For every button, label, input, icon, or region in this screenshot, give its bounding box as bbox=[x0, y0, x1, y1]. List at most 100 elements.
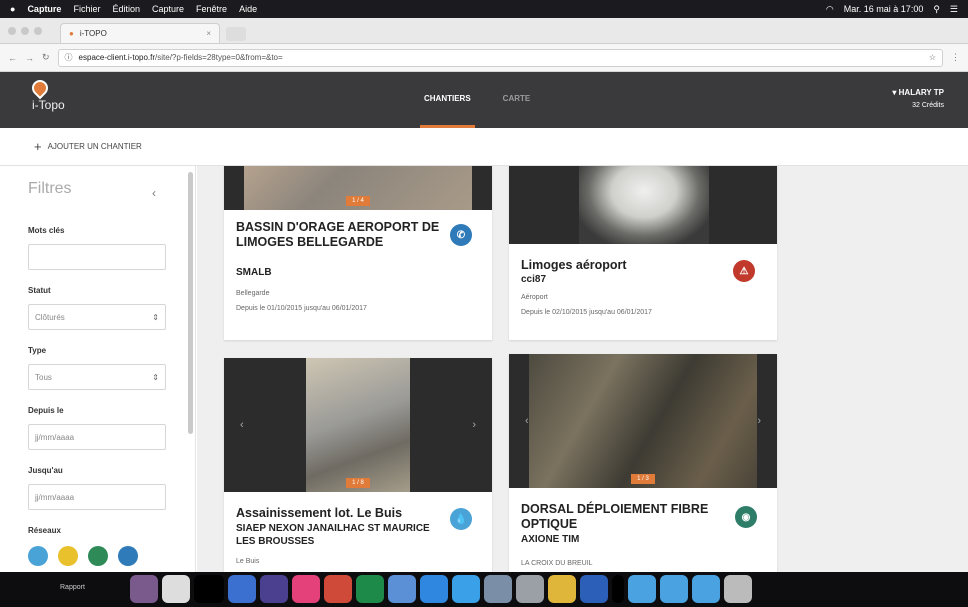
filters-sidebar: Filtres ‹ Mots clés Statut Clôturés ⇕ Ty… bbox=[0, 166, 196, 572]
user-credits: 32 Crédits bbox=[912, 102, 944, 109]
search-icon[interactable]: ⚲ bbox=[933, 4, 940, 15]
messages-icon[interactable] bbox=[420, 575, 448, 603]
add-site-label: AJOUTER UN CHANTIER bbox=[47, 142, 142, 151]
info-icon[interactable]: ⓘ bbox=[65, 52, 73, 63]
photos-icon[interactable] bbox=[516, 575, 544, 603]
site-place: Le Buis bbox=[236, 558, 260, 565]
network-filter-icons bbox=[28, 546, 138, 566]
site-place: LA CROIX DU BREUIL bbox=[521, 560, 593, 567]
keywords-label: Mots clés bbox=[28, 226, 65, 235]
photo-counter: 1 / 4 bbox=[346, 196, 370, 206]
word-icon[interactable] bbox=[580, 575, 608, 603]
mac-menubar: ● Capture Fichier Édition Capture Fenêtr… bbox=[0, 0, 968, 18]
next-photo-icon[interactable]: › bbox=[757, 415, 761, 427]
menu-edit[interactable]: Édition bbox=[112, 4, 140, 14]
browser-tabbar: ● i-TOPO × bbox=[0, 18, 968, 44]
site-place: Aéroport bbox=[521, 294, 548, 301]
site-dates: Depuis le 02/10/2015 jusqu'au 06/01/2017 bbox=[521, 309, 652, 316]
other-network-icon[interactable] bbox=[118, 546, 138, 566]
plus-icon: + bbox=[34, 139, 42, 154]
new-tab-button[interactable] bbox=[226, 27, 246, 41]
menu-window[interactable]: Fenêtre bbox=[196, 4, 227, 14]
app-icon[interactable] bbox=[130, 575, 158, 603]
zoom-window-button[interactable] bbox=[34, 27, 42, 35]
menu-capture[interactable]: Capture bbox=[152, 4, 184, 14]
site-photo[interactable]: ‹ › 1 / 3 bbox=[509, 354, 777, 488]
preview-icon[interactable] bbox=[388, 575, 416, 603]
from-date-input[interactable]: jj/mm/aaaa bbox=[28, 424, 166, 450]
back-icon[interactable]: ← bbox=[8, 53, 17, 63]
minimize-window-button[interactable] bbox=[21, 27, 29, 35]
safari-icon[interactable] bbox=[452, 575, 480, 603]
tab-carte[interactable]: CARTE bbox=[499, 72, 535, 128]
prev-photo-icon[interactable]: ‹ bbox=[240, 419, 244, 431]
status-label: Statut bbox=[28, 286, 51, 295]
collapse-filters-icon[interactable]: ‹ bbox=[152, 186, 156, 200]
prev-photo-icon[interactable]: ‹ bbox=[525, 415, 529, 427]
site-card[interactable]: Limoges aéroport cci87 Aéroport Depuis l… bbox=[509, 166, 777, 340]
powerpoint-icon[interactable] bbox=[324, 575, 352, 603]
menu-help[interactable]: Aide bbox=[239, 4, 257, 14]
site-photo[interactable] bbox=[509, 166, 777, 244]
type-select[interactable]: Tous ⇕ bbox=[28, 364, 166, 390]
clock[interactable]: Mar. 16 mai à 17:00 bbox=[844, 4, 924, 14]
status-select[interactable]: Clôturés ⇕ bbox=[28, 304, 166, 330]
chrome-icon[interactable] bbox=[548, 575, 576, 603]
to-date-input[interactable]: jj/mm/aaaa bbox=[28, 484, 166, 510]
logo-text: i-Topo bbox=[32, 98, 65, 112]
menu-file[interactable]: Fichier bbox=[73, 4, 100, 14]
site-title: DORSAL DÉPLOIEMENT FIBRE OPTIQUE bbox=[521, 502, 709, 531]
site-title: Assainissement lot. Le Buis bbox=[236, 506, 403, 520]
bookmark-star-icon[interactable]: ☆ bbox=[929, 53, 936, 62]
finder-icon[interactable] bbox=[228, 575, 256, 603]
site-card[interactable]: ‹ › 1 / 3 DORSAL DÉPLOIEMENT FIBRE OPTIQ… bbox=[509, 354, 777, 572]
excel-icon[interactable] bbox=[356, 575, 384, 603]
forward-icon[interactable]: → bbox=[25, 53, 34, 63]
close-window-button[interactable] bbox=[8, 27, 16, 35]
logo[interactable]: i-Topo bbox=[28, 76, 65, 112]
site-card[interactable]: 1 / 4 BASSIN D'ORAGE AEROPORT DE LIMOGES… bbox=[224, 166, 492, 340]
water-drop-icon: 💧 bbox=[450, 508, 472, 530]
trash-icon[interactable] bbox=[724, 575, 752, 603]
app-icon[interactable] bbox=[162, 575, 190, 603]
menu-app[interactable]: Capture bbox=[27, 4, 61, 14]
menu-list-icon[interactable]: ☰ bbox=[950, 4, 958, 15]
separator bbox=[612, 575, 624, 603]
telecom-network-icon[interactable] bbox=[88, 546, 108, 566]
siri-icon[interactable] bbox=[260, 575, 288, 603]
dock-label: Rapport bbox=[60, 584, 85, 591]
folder-icon[interactable] bbox=[628, 575, 656, 603]
sites-grid: 1 / 4 BASSIN D'ORAGE AEROPORT DE LIMOGES… bbox=[197, 166, 968, 572]
site-client: SMALB bbox=[236, 267, 272, 278]
folder-icon[interactable] bbox=[692, 575, 720, 603]
status-value: Clôturés bbox=[35, 312, 65, 322]
folder-icon[interactable] bbox=[660, 575, 688, 603]
address-bar[interactable]: ⓘ espace-client.i-topo.fr/site/?p-fields… bbox=[57, 48, 943, 67]
sidebar-scrollbar[interactable] bbox=[188, 172, 193, 434]
filters-title: Filtres bbox=[28, 180, 72, 197]
add-site-button[interactable]: + AJOUTER UN CHANTIER bbox=[0, 128, 968, 166]
apple-icon[interactable]: ● bbox=[10, 4, 15, 14]
site-card[interactable]: ‹ › 1 / 8 Assainissement lot. Le Buis SI… bbox=[224, 358, 492, 572]
url-path: /site/?p-fields=28type=0&from=&to= bbox=[155, 53, 283, 62]
next-photo-icon[interactable]: › bbox=[472, 419, 476, 431]
browser-menu-icon[interactable]: ⋮ bbox=[951, 52, 960, 63]
reload-icon[interactable]: ↻ bbox=[42, 52, 50, 63]
fiber-network-icon: ◉ bbox=[735, 506, 757, 528]
user-menu[interactable]: ▾ HALARY TP 32 Crédits bbox=[892, 86, 944, 112]
electric-network-icon[interactable] bbox=[58, 546, 78, 566]
site-title: BASSIN D'ORAGE AEROPORT DE LIMOGES BELLE… bbox=[236, 220, 440, 249]
site-photo[interactable]: ‹ › 1 / 8 bbox=[224, 358, 492, 492]
keywords-input[interactable] bbox=[28, 244, 166, 270]
browser-tab[interactable]: ● i-TOPO × bbox=[60, 23, 220, 43]
tab-chantiers[interactable]: CHANTIERS bbox=[420, 72, 475, 128]
water-network-icon[interactable] bbox=[28, 546, 48, 566]
app-icon[interactable] bbox=[484, 575, 512, 603]
close-tab-icon[interactable]: × bbox=[206, 29, 211, 38]
site-client: AXIONE TIM bbox=[521, 534, 580, 545]
wifi-icon[interactable]: ◠ bbox=[826, 4, 834, 15]
type-label: Type bbox=[28, 346, 47, 355]
photo-counter: 1 / 8 bbox=[346, 478, 370, 488]
site-photo[interactable]: 1 / 4 bbox=[224, 166, 492, 210]
music-icon[interactable] bbox=[292, 575, 320, 603]
